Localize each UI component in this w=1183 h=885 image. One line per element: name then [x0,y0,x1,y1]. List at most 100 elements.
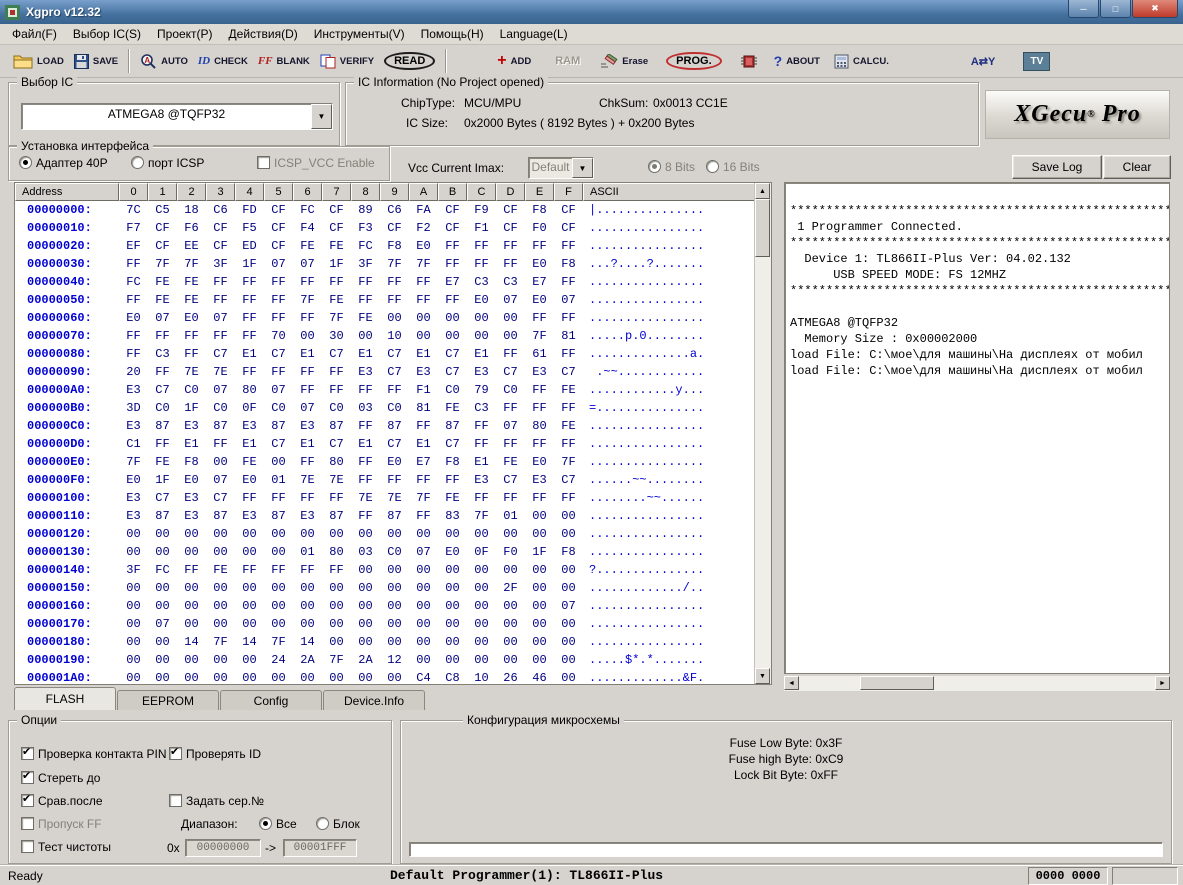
hex-byte[interactable]: 00 [293,671,322,684]
menu-item-3[interactable]: Действия(D) [221,25,306,43]
hex-byte[interactable]: 00 [177,617,206,631]
hex-byte[interactable]: 07 [409,545,438,559]
hex-byte[interactable]: 07 [264,383,293,397]
scroll-thumb[interactable] [860,676,934,690]
hex-byte[interactable]: 1F [322,257,351,271]
hex-byte[interactable]: 00 [409,653,438,667]
hex-byte[interactable]: 00 [322,581,351,595]
hex-byte[interactable]: FF [467,437,496,451]
hex-byte[interactable]: FF [496,239,525,253]
hex-byte[interactable]: 00 [525,563,554,577]
hex-byte[interactable]: 00 [293,581,322,595]
hex-byte[interactable]: 00 [467,635,496,649]
hex-byte[interactable]: FF [293,311,322,325]
hex-byte[interactable]: FF [293,275,322,289]
hex-ascii[interactable]: ............./.. [583,581,755,595]
hex-byte[interactable]: 00 [235,527,264,541]
hex-ascii[interactable]: ................ [583,419,755,433]
hex-byte[interactable]: F0 [496,545,525,559]
hex-byte[interactable]: FF [119,347,148,361]
hex-byte[interactable]: FF [380,383,409,397]
hex-byte[interactable]: 70 [264,329,293,343]
hex-byte[interactable]: FF [235,311,264,325]
hex-byte[interactable]: 80 [322,455,351,469]
hex-byte[interactable]: CF [322,221,351,235]
hex-byte[interactable]: 1F [235,257,264,271]
hex-byte[interactable]: 00 [467,329,496,343]
hex-byte[interactable]: FF [554,401,583,415]
title-bar[interactable]: Xgpro v12.32 ─ □ ✖ [0,0,1183,24]
hex-byte[interactable]: 81 [554,329,583,343]
hex-byte[interactable]: 00 [554,671,583,684]
hex-byte[interactable]: FF [322,491,351,505]
hex-byte[interactable]: FF [351,455,380,469]
hex-ascii[interactable]: ................ [583,221,755,235]
hex-byte[interactable]: 07 [148,617,177,631]
hex-byte[interactable]: 00 [235,653,264,667]
hex-byte[interactable]: FF [554,437,583,451]
hex-byte[interactable]: 07 [206,383,235,397]
hex-byte[interactable]: 01 [496,509,525,523]
hex-byte[interactable]: CF [554,203,583,217]
hex-byte[interactable]: FF [380,293,409,307]
hex-byte[interactable]: FF [177,563,206,577]
hex-byte[interactable]: FF [409,419,438,433]
hex-byte[interactable]: C7 [264,437,293,451]
icsp-vcc-checkbox[interactable]: ICSP_VCC Enable [257,156,375,170]
ic-combobox-arrow[interactable]: ▼ [311,104,332,129]
clear-button[interactable]: Clear [1103,155,1171,179]
hex-byte[interactable]: 07 [554,293,583,307]
hex-byte[interactable]: E7 [525,275,554,289]
about-button[interactable]: ? ABOUT [769,51,825,71]
vcc-imax-dropdown[interactable]: Default ▼ [528,157,594,179]
hex-byte[interactable]: 00 [206,581,235,595]
hex-byte[interactable]: F6 [177,221,206,235]
hex-byte[interactable]: 00 [293,617,322,631]
hex-byte[interactable]: C7 [206,347,235,361]
hex-byte[interactable]: FE [177,293,206,307]
hex-byte[interactable]: 00 [467,527,496,541]
hex-byte[interactable]: 7E [293,473,322,487]
hex-byte[interactable]: ED [235,239,264,253]
hex-byte[interactable]: 87 [206,419,235,433]
hex-byte[interactable]: 00 [409,581,438,595]
read-button[interactable]: READ [379,50,440,72]
hex-byte[interactable]: 00 [438,563,467,577]
hex-byte[interactable]: CF [322,203,351,217]
hex-ascii[interactable]: |............... [583,203,755,217]
hex-byte[interactable]: E1 [409,347,438,361]
hex-byte[interactable]: 3F [351,257,380,271]
hex-byte[interactable]: 07 [496,419,525,433]
hex-byte[interactable]: 12 [380,653,409,667]
hex-byte[interactable]: E0 [380,455,409,469]
hex-ascii[interactable]: ...?....?....... [583,257,755,271]
hex-byte[interactable]: FF [264,293,293,307]
hex-byte[interactable]: E3 [293,509,322,523]
hex-byte[interactable]: 7E [322,473,351,487]
hex-byte[interactable]: 00 [322,635,351,649]
hex-byte[interactable]: 00 [438,329,467,343]
hex-byte[interactable]: FF [206,329,235,343]
hex-byte[interactable]: C7 [438,437,467,451]
hex-byte[interactable]: 00 [554,563,583,577]
hex-byte[interactable]: 14 [293,635,322,649]
hex-byte[interactable]: C7 [264,347,293,361]
hex-byte[interactable]: E0 [119,311,148,325]
hex-byte[interactable]: E3 [467,473,496,487]
hex-byte[interactable]: 00 [525,509,554,523]
id-check-checkbox[interactable]: Проверять ID [169,747,261,761]
scroll-right-button[interactable]: ► [1155,676,1170,690]
hex-byte[interactable]: 00 [235,617,264,631]
hex-byte[interactable]: FF [525,491,554,505]
hex-byte[interactable]: 00 [438,311,467,325]
hex-byte[interactable]: FF [235,563,264,577]
hex-byte[interactable]: 24 [264,653,293,667]
hex-byte[interactable]: 00 [264,581,293,595]
close-button[interactable]: ✖ [1132,0,1178,18]
hex-byte[interactable]: FF [293,455,322,469]
hex-byte[interactable]: 01 [264,473,293,487]
hex-byte[interactable]: FF [496,257,525,271]
hex-byte[interactable]: FF [177,347,206,361]
hex-byte[interactable]: 00 [351,671,380,684]
menu-item-1[interactable]: Выбор IC(S) [65,25,149,43]
